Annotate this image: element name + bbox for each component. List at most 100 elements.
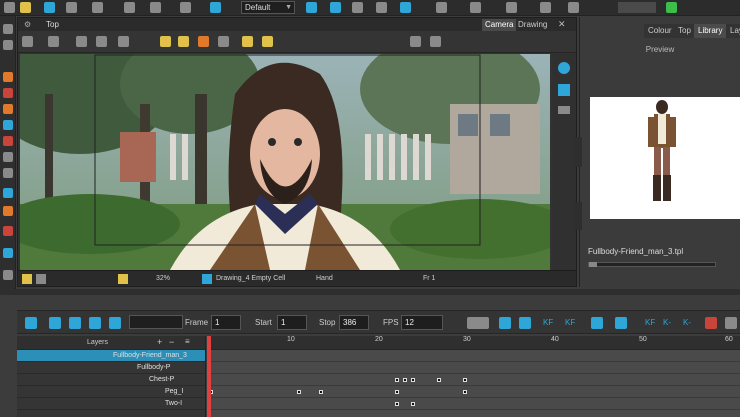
playback-speed-slider[interactable] xyxy=(129,315,183,329)
layer-row[interactable]: Fullbody-P xyxy=(17,362,205,374)
onion-icon[interactable] xyxy=(96,36,107,47)
stop-motion-icon[interactable] xyxy=(615,317,627,329)
sound-icon[interactable] xyxy=(89,317,101,329)
select-tool-icon[interactable] xyxy=(3,24,13,34)
timeline-row[interactable] xyxy=(207,386,740,398)
eye-icon[interactable] xyxy=(558,62,570,74)
layer-row[interactable]: Two-I xyxy=(17,398,205,410)
contour-editor-icon[interactable] xyxy=(3,40,13,50)
ease-icon[interactable] xyxy=(705,317,717,329)
zoom-level[interactable]: 32% xyxy=(156,275,170,282)
onion-skin-icon[interactable] xyxy=(306,2,317,13)
frame-ruler[interactable]: 10 20 30 40 50 60 xyxy=(207,336,740,350)
pivot-icon[interactable] xyxy=(218,36,229,47)
keyframe-marker[interactable] xyxy=(437,378,441,382)
dropper-tool-icon[interactable] xyxy=(3,226,13,236)
interpolation-graph-icon[interactable] xyxy=(467,317,489,329)
timeline-menu-icon[interactable] xyxy=(725,317,737,329)
layers-icon[interactable] xyxy=(558,84,570,96)
keyframe-button-3[interactable]: KF xyxy=(645,318,655,327)
brush-tool-icon[interactable] xyxy=(3,72,13,82)
flip-icon[interactable] xyxy=(506,2,517,13)
add-frame-icon[interactable] xyxy=(430,36,441,47)
lock-icon[interactable] xyxy=(160,36,171,47)
save-icon[interactable] xyxy=(44,2,55,13)
add-icon[interactable] xyxy=(410,36,421,47)
panel-arrow-handle[interactable] xyxy=(574,202,582,230)
keyframe-marker[interactable] xyxy=(403,378,407,382)
tab-top[interactable]: Top xyxy=(674,24,696,38)
timeline-grid[interactable]: 10 20 30 40 50 60 xyxy=(207,336,740,417)
undo-icon[interactable] xyxy=(92,2,103,13)
keyframe-marker[interactable] xyxy=(411,402,415,406)
grid-toggle-icon[interactable] xyxy=(76,36,87,47)
slider-thumb[interactable] xyxy=(589,262,597,267)
eraser-tool-icon[interactable] xyxy=(3,104,13,114)
brush-settings-icon[interactable] xyxy=(180,2,191,13)
layer-row[interactable]: Fullbody-Friend_man_3 xyxy=(17,350,205,362)
panel-collapse-handle[interactable] xyxy=(574,137,582,167)
settings-gear-icon[interactable] xyxy=(48,36,59,47)
layer-row[interactable]: Chest-P xyxy=(17,374,205,386)
stop-input[interactable]: 386 xyxy=(339,315,369,330)
start-input[interactable]: 1 xyxy=(277,315,307,330)
tab-drawing[interactable]: Drawing xyxy=(515,19,550,31)
keyframe-button-1[interactable]: KF xyxy=(543,318,553,327)
add-layer-icon[interactable]: + xyxy=(157,337,162,347)
keyframe-marker[interactable] xyxy=(319,390,323,394)
keyframe-marker[interactable] xyxy=(395,402,399,406)
bolt-icon[interactable] xyxy=(118,274,128,284)
mask-icon[interactable] xyxy=(118,36,129,47)
step-forward-icon[interactable] xyxy=(49,317,61,329)
stroke-tool-icon[interactable] xyxy=(3,136,13,146)
close-view-icon[interactable]: ✕ xyxy=(558,19,566,30)
light-icon[interactable] xyxy=(242,36,253,47)
redo-icon[interactable] xyxy=(124,2,135,13)
keyframe-button-4[interactable]: K- xyxy=(663,318,671,327)
loop-icon[interactable] xyxy=(69,317,81,329)
timeline-row[interactable] xyxy=(207,362,740,374)
pencil-tool-icon[interactable] xyxy=(3,88,13,98)
bulb-icon[interactable] xyxy=(262,36,273,47)
reset-view-icon[interactable] xyxy=(22,36,33,47)
scrub-sound-icon[interactable] xyxy=(109,317,121,329)
keyframe-marker[interactable] xyxy=(463,390,467,394)
tab-library[interactable]: Library xyxy=(694,24,728,38)
brush-icon[interactable] xyxy=(198,36,209,47)
thumbnail-size-slider[interactable] xyxy=(588,262,716,267)
light-table-icon[interactable] xyxy=(330,2,341,13)
deformer-icon[interactable] xyxy=(352,2,363,13)
keyframe-marker[interactable] xyxy=(395,378,399,382)
grid-status-icon[interactable] xyxy=(36,274,46,284)
sync-icon[interactable] xyxy=(400,2,411,13)
grid-icon[interactable] xyxy=(376,2,387,13)
paint-tool-icon[interactable] xyxy=(3,120,13,130)
layer-menu-icon[interactable]: ≡ xyxy=(185,337,190,346)
view-splitter[interactable] xyxy=(0,289,740,295)
scene-icon[interactable] xyxy=(66,2,77,13)
tab-camera[interactable]: Camera xyxy=(482,19,517,31)
cut-icon[interactable] xyxy=(150,2,161,13)
fps-input[interactable]: 12 xyxy=(401,315,443,330)
shape-tool-icon[interactable] xyxy=(3,168,13,178)
toolbar-search[interactable] xyxy=(618,2,656,13)
timeline-row[interactable] xyxy=(207,374,740,386)
tab-layer-properties[interactable]: Lay xyxy=(726,24,740,38)
open-icon[interactable] xyxy=(20,2,31,13)
cutter-tool-icon[interactable] xyxy=(3,248,13,258)
keyframe-button-2[interactable]: KF xyxy=(565,318,575,327)
keyframe-marker[interactable] xyxy=(463,378,467,382)
delete-keyframe-icon[interactable] xyxy=(499,317,511,329)
timeline-row[interactable] xyxy=(207,398,740,410)
scene-canvas[interactable] xyxy=(20,54,550,270)
workspace-preset-select[interactable]: Default ▼ xyxy=(241,1,295,14)
light-table-status-icon[interactable] xyxy=(22,274,32,284)
view-menu-icon[interactable]: ⚙ xyxy=(24,20,31,29)
playhead[interactable] xyxy=(207,336,211,417)
keyframe-marker[interactable] xyxy=(411,378,415,382)
play-icon[interactable] xyxy=(25,317,37,329)
lock-all-icon[interactable] xyxy=(178,36,189,47)
keyframe-marker[interactable] xyxy=(297,390,301,394)
remove-layer-icon[interactable]: − xyxy=(169,337,174,347)
workspace-icon[interactable] xyxy=(210,2,221,13)
